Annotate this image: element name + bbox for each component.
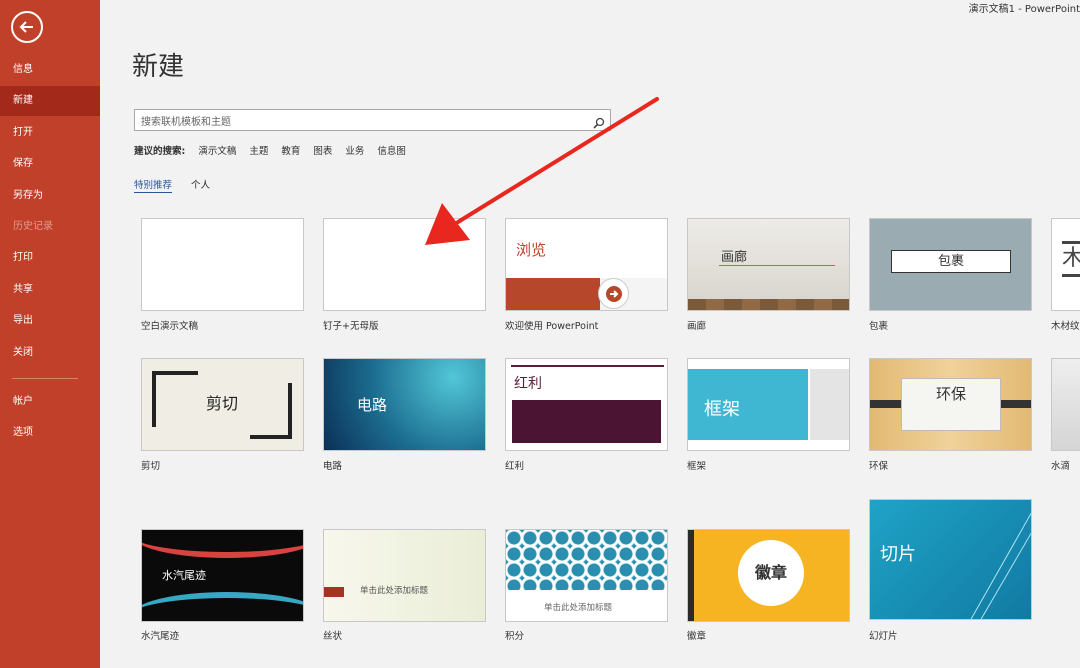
sidebar-divider <box>12 378 78 379</box>
thumbnail-text: 浏览 <box>516 241 547 259</box>
template-name[interactable]: 幻灯片 <box>869 628 898 642</box>
thumbnail-lines <box>970 512 1031 619</box>
template-name[interactable]: 欢迎使用 PowerPoint <box>505 318 598 332</box>
suggested-label: 建议的搜索: <box>134 146 186 157</box>
thumbnail-text: 木 <box>1062 241 1080 277</box>
template-name[interactable]: 钉子+无母版 <box>323 318 378 332</box>
sidebar-item-print[interactable]: 打印 <box>0 243 100 273</box>
template-name[interactable]: 丝状 <box>323 628 342 642</box>
template-name[interactable]: 徽章 <box>687 628 706 642</box>
tab-personal[interactable]: 个人 <box>191 177 210 193</box>
thumbnail-band <box>512 400 661 443</box>
window-title: 演示文稿1 - PowerPoint <box>968 4 1080 15</box>
thumbnail-text: 画廊 <box>721 250 748 265</box>
template-thumbnail-wood-type[interactable]: 木 <box>1051 218 1080 311</box>
template-search-box <box>134 109 611 133</box>
template-name[interactable]: 积分 <box>505 628 524 642</box>
sidebar-item-close[interactable]: 关闭 <box>0 338 100 368</box>
back-arrow-icon[interactable] <box>11 11 43 43</box>
template-thumbnail-integral[interactable]: 单击此处添加标题 <box>505 529 668 622</box>
template-tabs: 特别推荐 个人 <box>134 177 210 193</box>
search-input[interactable] <box>135 112 587 133</box>
suggested-term-link[interactable]: 主题 <box>249 143 268 157</box>
sidebar-item-open[interactable]: 打开 <box>0 118 100 148</box>
template-thumbnail-gallery[interactable]: 画廊 <box>687 218 850 311</box>
thumbnail-rule <box>511 365 664 367</box>
suggested-term-link[interactable]: 业务 <box>345 143 364 157</box>
thumbnail-marker <box>324 587 344 597</box>
thumbnail-rule <box>719 265 835 266</box>
thumbnail-band <box>810 369 849 440</box>
template-name[interactable]: 画廊 <box>687 318 706 332</box>
template-thumbnail-dividend[interactable]: 红利 <box>505 358 668 451</box>
thumbnail-pattern <box>506 530 667 590</box>
thumbnail-text: 框架 <box>704 399 740 420</box>
template-name[interactable]: 剪切 <box>141 458 160 472</box>
template-thumbnail-slice[interactable]: 切片 <box>869 499 1032 620</box>
sidebar-item-history[interactable]: 历史记录 <box>0 212 100 242</box>
arrow-circle-icon <box>598 278 629 309</box>
suggested-term-link[interactable]: 教育 <box>281 143 300 157</box>
thumbnail-bracket <box>152 371 198 427</box>
template-thumbnail-nail[interactable] <box>323 218 486 311</box>
sidebar-item-new[interactable]: 新建 <box>0 86 100 116</box>
thumbnail-text: 剪切 <box>206 394 239 413</box>
sidebar-item-account[interactable]: 帐户 <box>0 387 100 417</box>
thumbnail-text: 徽章 <box>738 540 804 606</box>
sidebar-item-share[interactable]: 共享 <box>0 275 100 305</box>
thumbnail-text: 包裹 <box>891 250 1011 273</box>
template-thumbnail-blank[interactable] <box>141 218 304 311</box>
thumbnail-band <box>506 278 606 310</box>
sidebar-item-save[interactable]: 保存 <box>0 149 100 179</box>
template-thumbnail-wisp[interactable]: 单击此处添加标题 <box>323 529 486 622</box>
template-thumbnail-vapor-trail[interactable]: 水汽尾迹 <box>141 529 304 622</box>
template-name[interactable]: 环保 <box>869 458 888 472</box>
template-name[interactable]: 框架 <box>687 458 706 472</box>
suggested-searches: 建议的搜索: 演示文稿 主题 教育 图表 业务 信息图 <box>134 143 406 157</box>
sidebar-item-info[interactable]: 信息 <box>0 55 100 85</box>
template-thumbnail-welcome[interactable]: 浏览 <box>505 218 668 311</box>
search-icon[interactable] <box>593 114 605 133</box>
thumbnail-floor <box>688 299 849 310</box>
template-name[interactable]: 水滴 <box>1051 458 1070 472</box>
template-name[interactable]: 红利 <box>505 458 524 472</box>
template-thumbnail-frame[interactable]: 框架 <box>687 358 850 451</box>
page-title: 新建 <box>132 52 185 82</box>
template-name[interactable]: 木材纹 <box>1051 318 1080 332</box>
thumbnail-text: 红利 <box>514 376 542 392</box>
template-thumbnail-package[interactable]: 包裹 <box>869 218 1032 311</box>
thumbnail-text: 环保 <box>901 378 1001 431</box>
thumbnail-text: 单击此处添加标题 <box>544 603 613 613</box>
thumbnail-swirl <box>142 592 303 621</box>
suggested-term-link[interactable]: 演示文稿 <box>198 143 236 157</box>
thumbnail-swirl <box>142 530 303 558</box>
template-name[interactable]: 水汽尾迹 <box>141 628 179 642</box>
suggested-term-link[interactable]: 图表 <box>313 143 332 157</box>
thumbnail-bar <box>688 530 694 621</box>
suggested-term-link[interactable]: 信息图 <box>377 143 406 157</box>
template-name[interactable]: 电路 <box>323 458 342 472</box>
template-thumbnail-droplet[interactable] <box>1051 358 1080 451</box>
template-name[interactable]: 包裹 <box>869 318 888 332</box>
backstage-sidebar: 信息 新建 打开 保存 另存为 历史记录 打印 共享 导出 关闭 帐户 选项 <box>0 0 100 668</box>
template-name[interactable]: 空白演示文稿 <box>141 318 198 332</box>
thumbnail-text: 单击此处添加标题 <box>360 586 429 596</box>
thumbnail-text: 电路 <box>357 396 388 414</box>
sidebar-item-options[interactable]: 选项 <box>0 418 100 448</box>
template-thumbnail-circuit[interactable]: 电路 <box>323 358 486 451</box>
sidebar-item-export[interactable]: 导出 <box>0 306 100 336</box>
thumbnail-bracket <box>250 383 292 439</box>
tab-featured[interactable]: 特别推荐 <box>134 177 173 193</box>
template-thumbnail-cut[interactable]: 剪切 <box>141 358 304 451</box>
sidebar-item-save-as[interactable]: 另存为 <box>0 181 100 211</box>
template-thumbnail-badge[interactable]: 徽章 <box>687 529 850 622</box>
template-thumbnail-eco[interactable]: 环保 <box>869 358 1032 451</box>
thumbnail-text: 水汽尾迹 <box>162 569 206 582</box>
